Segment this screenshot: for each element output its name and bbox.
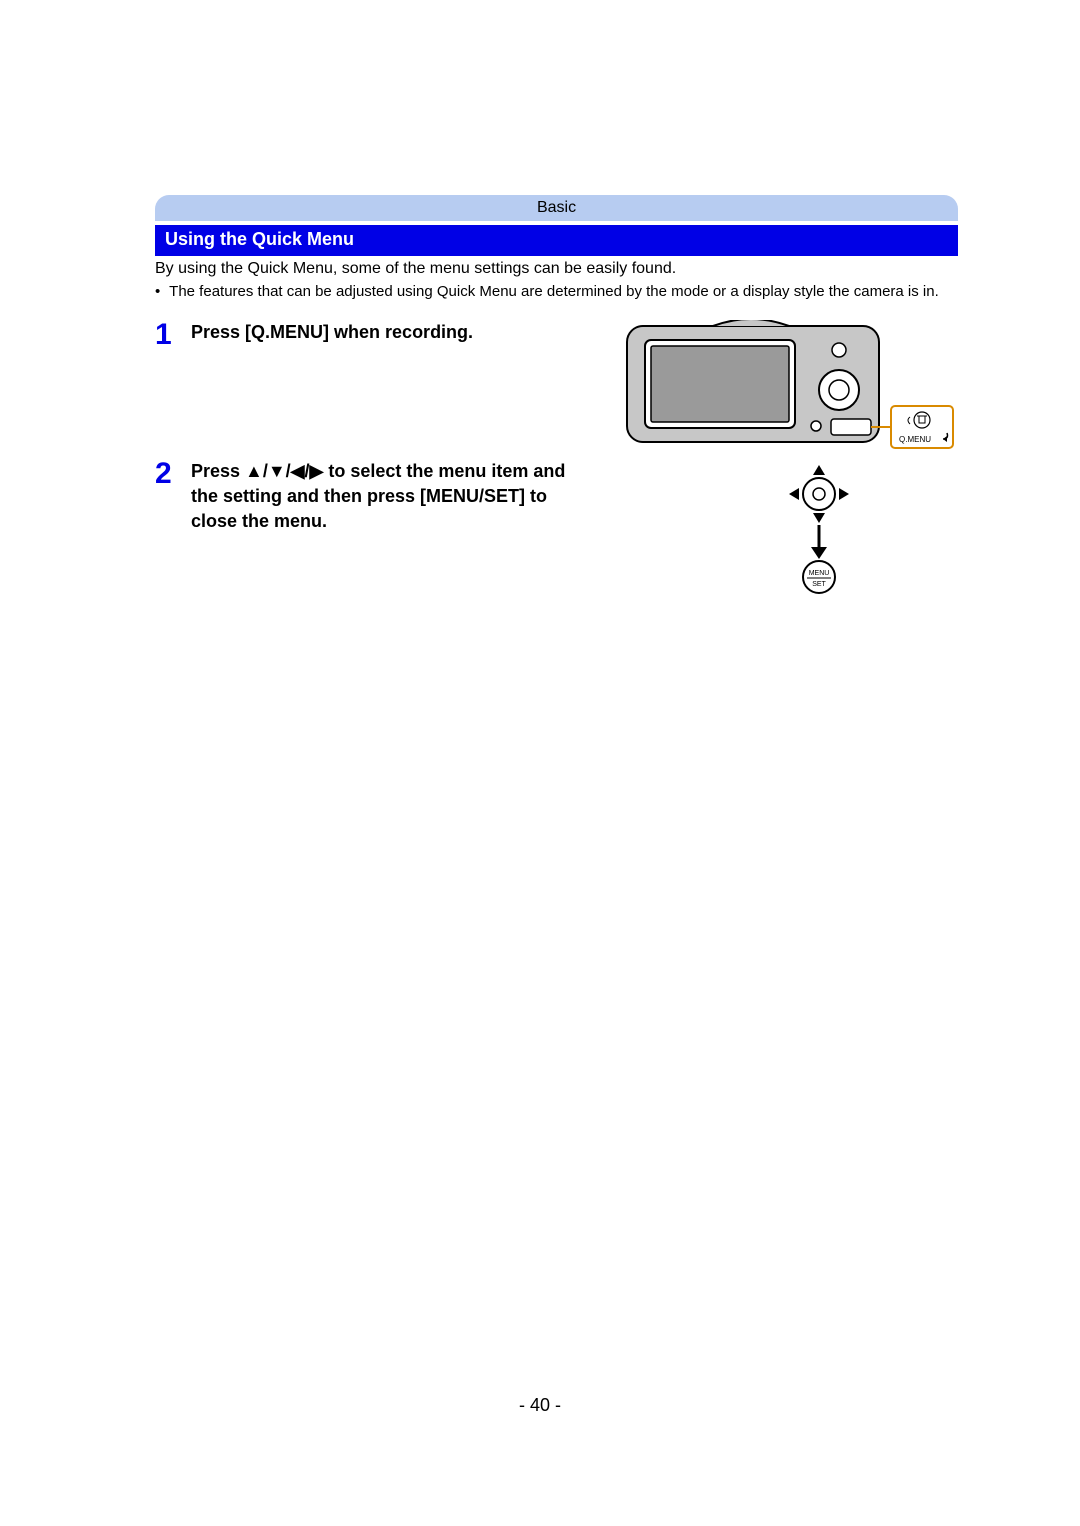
step-1: 1 Press [Q.MENU] when recording.	[155, 320, 958, 455]
arrows-icon: ▲/▼/◀/▶	[245, 461, 323, 481]
camera-illustration: Q.MENU	[623, 320, 958, 455]
step-text: Press ▲/▼/◀/▶ to select the menu item an…	[191, 459, 579, 535]
steps-list: 1 Press [Q.MENU] when recording.	[155, 320, 958, 604]
bullet-icon: •	[155, 282, 165, 302]
dpad-icon: MENU SET	[769, 459, 869, 599]
step-2: 2 Press ▲/▼/◀/▶ to select the menu item …	[155, 459, 958, 604]
note-text: The features that can be adjusted using …	[169, 282, 939, 302]
qmenu-label: Q.MENU	[899, 435, 931, 444]
camera-back-icon: Q.MENU	[623, 320, 958, 450]
page-title: Using the Quick Menu	[155, 225, 958, 256]
page-number: - 40 -	[0, 1395, 1080, 1416]
manual-page: Basic Using the Quick Menu By using the …	[0, 0, 1080, 1526]
step2-prefix: Press	[191, 461, 245, 481]
step-number: 2	[155, 459, 191, 489]
menu-set-top: MENU	[809, 570, 830, 577]
step-text: Press [Q.MENU] when recording.	[191, 320, 623, 345]
section-header: Basic	[155, 195, 958, 221]
page-body: By using the Quick Menu, some of the men…	[155, 258, 958, 604]
step-1-text: Press [Q.MENU] when recording.	[191, 322, 473, 342]
step-number: 1	[155, 320, 191, 350]
note-line: • The features that can be adjusted usin…	[155, 282, 958, 302]
dpad-illustration: MENU SET	[769, 459, 869, 604]
menu-set-bottom: SET	[812, 581, 826, 588]
intro-text: By using the Quick Menu, some of the men…	[155, 258, 958, 280]
